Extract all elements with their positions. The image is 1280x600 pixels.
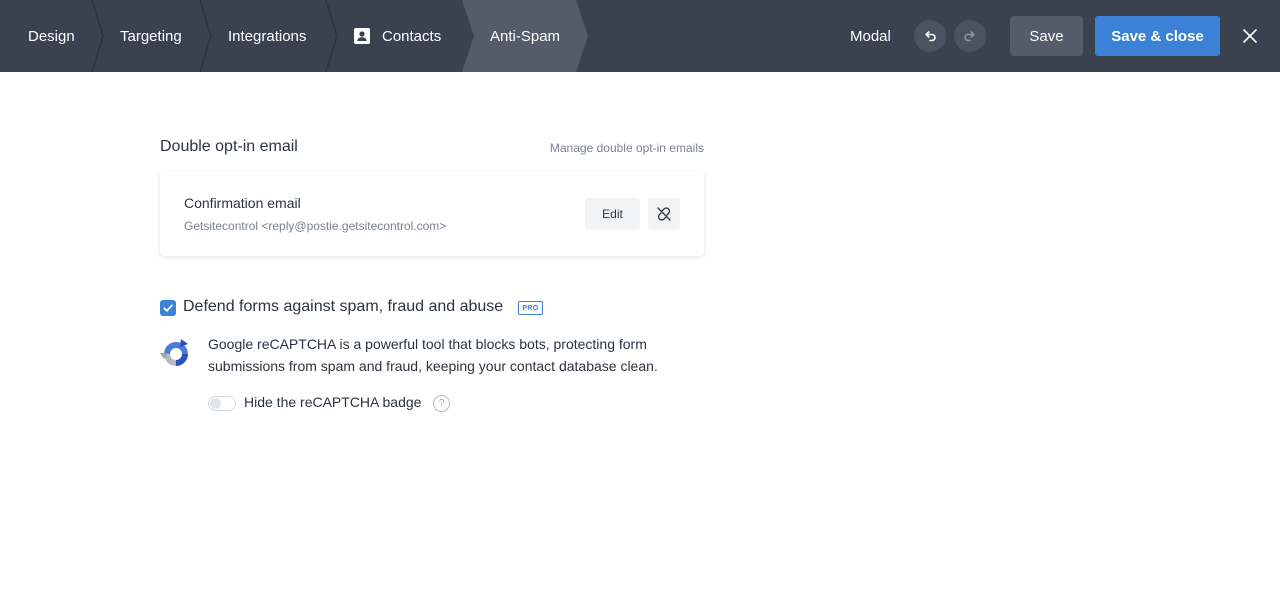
hide-badge-toggle[interactable] [208, 396, 236, 411]
close-icon [1243, 29, 1257, 43]
edit-email-button[interactable]: Edit [585, 198, 640, 230]
redo-icon [964, 31, 975, 42]
close-button[interactable] [1240, 26, 1260, 46]
checkmark-icon [163, 304, 173, 312]
step-contacts[interactable]: Contacts [354, 0, 441, 72]
pro-badge: PRO [518, 301, 543, 315]
email-title: Confirmation email [184, 195, 301, 211]
undo-button[interactable] [914, 20, 946, 52]
defend-forms-checkbox[interactable] [160, 300, 176, 316]
toggle-knob [210, 398, 221, 409]
step-separator [91, 0, 104, 72]
step-targeting-label: Targeting [120, 27, 182, 45]
redo-button[interactable] [954, 20, 986, 52]
double-optin-title: Double opt-in email [160, 138, 298, 155]
hide-badge-label: Hide the reCAPTCHA badge [244, 394, 422, 410]
step-contacts-label: Contacts [382, 27, 442, 45]
top-bar: Design Targeting Integrations Contacts A… [0, 0, 1280, 72]
unlink-icon [657, 207, 671, 221]
recaptcha-icon [160, 339, 188, 366]
step-separator [325, 0, 338, 72]
step-integrations[interactable]: Integrations [228, 0, 306, 72]
step-design-label: Design [28, 27, 75, 45]
save-button[interactable]: Save [1010, 16, 1083, 56]
defend-forms-label[interactable]: Defend forms against spam, fraud and abu… [183, 298, 503, 316]
confirmation-email-card: Confirmation email Getsitecontrol <reply… [160, 172, 704, 256]
step-anti-spam-label: Anti-Spam [490, 27, 561, 45]
display-mode-label[interactable]: Modal [850, 0, 891, 72]
step-separator [199, 0, 212, 72]
step-anti-spam[interactable]: Anti-Spam [490, 0, 560, 72]
help-icon[interactable]: ? [433, 395, 450, 412]
email-sender: Getsitecontrol <reply@postie.getsitecont… [184, 219, 447, 233]
step-targeting[interactable]: Targeting [120, 0, 182, 72]
step-integrations-label: Integrations [228, 27, 307, 45]
undo-icon [925, 31, 936, 42]
unlink-email-button[interactable] [648, 198, 680, 230]
recaptcha-description: Google reCAPTCHA is a powerful tool that… [208, 336, 658, 374]
save-and-close-button[interactable]: Save & close [1095, 16, 1220, 56]
contact-card-icon [354, 28, 370, 44]
manage-double-optin-link[interactable]: Manage double opt-in emails [544, 141, 704, 155]
step-design[interactable]: Design [28, 0, 75, 72]
